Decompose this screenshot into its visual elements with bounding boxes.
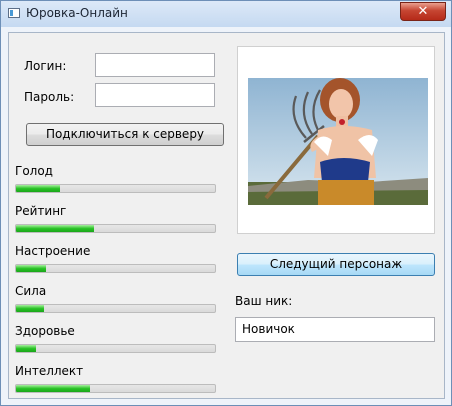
stat-progress-fill <box>16 345 36 352</box>
stat-progress-bar <box>15 264 216 273</box>
stat-progress-bar <box>15 384 216 393</box>
stat-label: Голод <box>15 164 53 178</box>
login-label: Логин: <box>24 59 67 73</box>
stat-progress-bar <box>15 304 216 313</box>
stat-progress-bar <box>15 184 216 193</box>
stat-progress-fill <box>16 265 46 272</box>
connect-server-button[interactable]: Подключиться к серверу <box>26 123 224 146</box>
main-window: Юровка-Онлайн ✕ Логин: Пароль: Подключит… <box>0 0 452 406</box>
password-input[interactable] <box>95 83 215 107</box>
character-photo <box>248 78 428 205</box>
app-window-icon <box>8 8 20 18</box>
stat-progress-fill <box>16 385 90 392</box>
stat-progress-fill <box>16 225 94 232</box>
stat-label: Рейтинг <box>15 204 67 218</box>
window-title: Юровка-Онлайн <box>26 6 128 20</box>
stat-progress-bar <box>15 344 216 353</box>
login-input[interactable] <box>95 53 215 77</box>
stat-label: Настроение <box>15 244 91 258</box>
character-picture-frame <box>237 46 435 234</box>
character-image <box>248 78 428 205</box>
nickname-label: Ваш ник: <box>235 294 293 308</box>
next-character-button[interactable]: Следущий персонаж <box>237 253 435 276</box>
nickname-input[interactable]: Новичок <box>235 317 435 342</box>
stat-label: Сила <box>15 284 47 298</box>
stat-progress-fill <box>16 185 60 192</box>
close-button[interactable]: ✕ <box>400 2 446 21</box>
stat-progress-fill <box>16 305 44 312</box>
title-bar[interactable]: Юровка-Онлайн ✕ <box>1 1 451 27</box>
client-area: Логин: Пароль: Подключиться к серверу Го… <box>8 32 445 399</box>
password-label: Пароль: <box>24 90 75 104</box>
stat-label: Здоровье <box>15 324 75 338</box>
stat-label: Интеллект <box>15 364 84 378</box>
stat-progress-bar <box>15 224 216 233</box>
